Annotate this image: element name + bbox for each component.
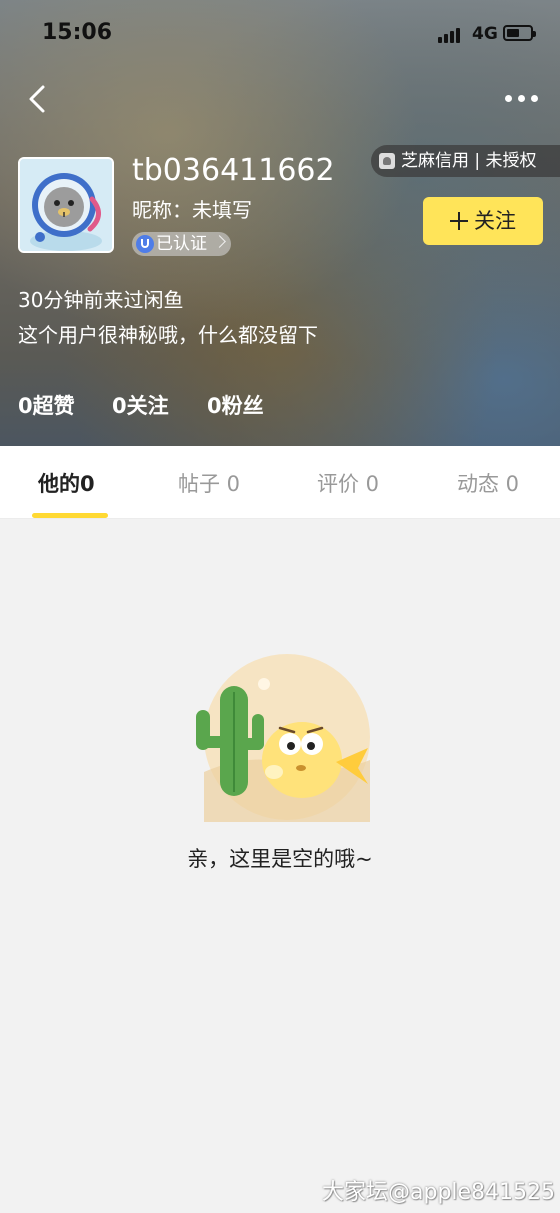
plus-icon bbox=[450, 212, 468, 230]
verified-badge[interactable]: 已认证 bbox=[132, 232, 231, 256]
tab-activity[interactable]: 动态 0 bbox=[457, 468, 519, 498]
tab-bar: 他的0 帖子 0 评价 0 动态 0 bbox=[0, 446, 560, 519]
more-options-icon[interactable] bbox=[505, 95, 539, 103]
following-count[interactable]: 0关注 bbox=[112, 390, 169, 420]
avatar[interactable] bbox=[18, 157, 114, 253]
follow-button[interactable]: 关注 bbox=[423, 197, 543, 245]
watermark: 大家坛@apple841525 bbox=[322, 1180, 556, 1205]
battery-icon bbox=[503, 25, 536, 41]
nickname: 昵称：未填写 bbox=[132, 198, 252, 222]
verified-shield-icon bbox=[136, 235, 154, 253]
active-tab-indicator bbox=[32, 513, 108, 518]
sesame-credit-icon bbox=[379, 153, 395, 169]
credit-badge[interactable]: 芝麻信用 | 未授权 bbox=[371, 145, 560, 177]
tab-posts[interactable]: 帖子 0 bbox=[178, 468, 240, 498]
empty-state-message: 亲，这里是空的哦~ bbox=[187, 847, 373, 871]
verified-label: 已认证 bbox=[156, 234, 207, 254]
status-bar: 15:06 4G bbox=[0, 0, 560, 68]
tab-reviews[interactable]: 评价 0 bbox=[317, 468, 379, 498]
username: tb036411662 bbox=[132, 153, 335, 188]
status-time: 15:06 bbox=[42, 20, 113, 45]
profile-header: 15:06 4G 芝麻信用 | 未授权 tb036411662 昵称：未填写 已… bbox=[0, 0, 560, 446]
likes-count[interactable]: 0超赞 bbox=[18, 390, 75, 420]
chevron-right-icon bbox=[213, 235, 226, 248]
bio-text: 这个用户很神秘哦，什么都没留下 bbox=[18, 323, 318, 347]
back-arrow-icon[interactable] bbox=[26, 84, 54, 114]
empty-cactus-fish-icon bbox=[196, 654, 370, 822]
credit-badge-label: 芝麻信用 | 未授权 bbox=[401, 151, 537, 171]
follow-label: 关注 bbox=[474, 209, 516, 233]
fans-count[interactable]: 0粉丝 bbox=[207, 390, 264, 420]
last-seen-text: 30分钟前来过闲鱼 bbox=[18, 288, 184, 312]
signal-icon bbox=[438, 27, 466, 43]
network-type: 4G bbox=[472, 24, 498, 44]
seal-astronaut-avatar-icon bbox=[20, 159, 112, 251]
tab-his-items[interactable]: 他的0 bbox=[38, 468, 95, 498]
